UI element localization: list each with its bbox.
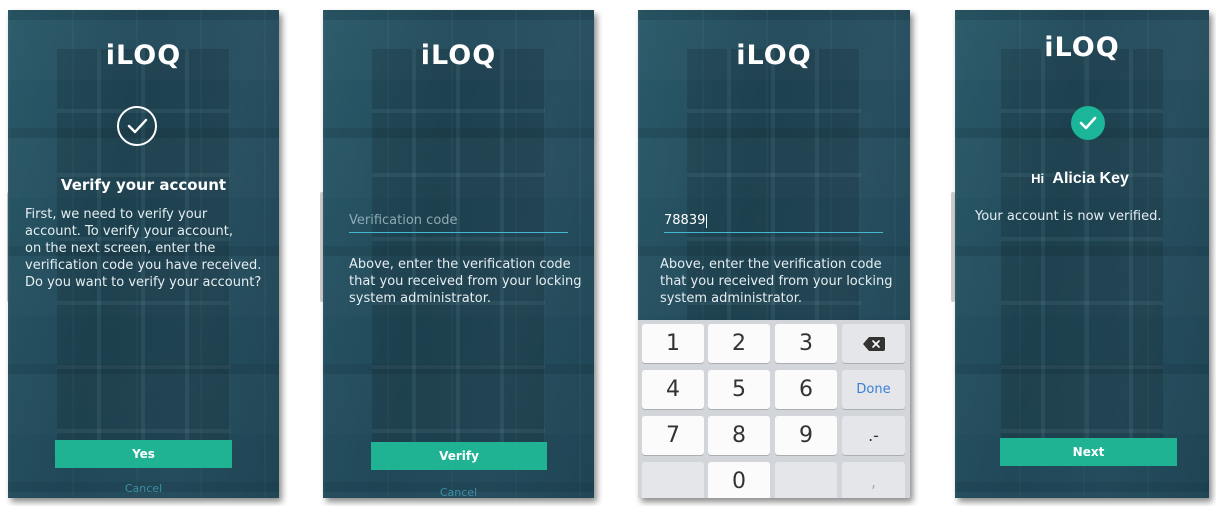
done-key[interactable]: Done <box>842 370 905 409</box>
body-line: that you received from your locking <box>660 274 893 289</box>
building-background <box>955 10 1209 498</box>
enter-code-description: Above, enter the verification code that … <box>349 256 589 307</box>
backspace-icon <box>863 337 885 351</box>
key-4[interactable]: 4 <box>642 370 704 409</box>
body-line: Do you want to verify your account? <box>25 275 262 290</box>
iloq-logo: iLOQ <box>420 40 497 71</box>
key-5[interactable]: 5 <box>708 370 770 409</box>
symbol-key[interactable]: .- <box>842 416 905 455</box>
body-line: Above, enter the verification code <box>660 257 882 272</box>
greeting-prefix: Hi <box>1031 171 1045 186</box>
body-line: system administrator. <box>660 291 802 306</box>
body-line: on the next screen, enter the <box>25 241 216 256</box>
key-6[interactable]: 6 <box>775 370 837 409</box>
screen-enter-code: iLOQ Verification code Above, enter the … <box>323 10 594 498</box>
numeric-keypad: 1 2 3 4 5 6 Done 7 8 9 .- 0 , <box>638 320 910 498</box>
key-8[interactable]: 8 <box>708 416 770 455</box>
verified-message: Your account is now verified. <box>975 209 1162 224</box>
iloq-logo: iLOQ <box>736 40 812 71</box>
verify-title: Verify your account <box>60 176 227 194</box>
cancel-link[interactable]: Cancel <box>323 486 594 498</box>
building-background <box>323 10 594 498</box>
key-7[interactable]: 7 <box>642 416 704 455</box>
key-2[interactable]: 2 <box>708 324 770 363</box>
body-line: First, we need to verify your <box>25 207 208 222</box>
backspace-key[interactable] <box>842 324 905 363</box>
body-line: system administrator. <box>349 291 491 306</box>
body-line: Above, enter the verification code <box>349 257 571 272</box>
user-name: Alicia Key <box>1052 170 1129 187</box>
screen-verify-account: iLOQ Verify your account First, we need … <box>8 10 279 498</box>
text-caret <box>706 213 708 228</box>
body-line: account. To verify your account, <box>25 224 233 239</box>
iloq-logo: iLOQ <box>105 40 182 71</box>
verify-description: First, we need to verify your account. T… <box>25 206 275 291</box>
next-button[interactable]: Next <box>1000 438 1177 466</box>
empty-key <box>775 462 837 498</box>
key-0[interactable]: 0 <box>708 462 770 498</box>
verification-code-input[interactable]: 78839 <box>664 210 883 233</box>
body-line: verification code you have received. <box>25 258 262 273</box>
body-line: that you received from your locking <box>349 274 582 289</box>
greeting: Hi Alicia Key <box>955 170 1209 188</box>
empty-key <box>642 462 704 498</box>
comma-key[interactable]: , <box>842 462 905 498</box>
enter-code-description: Above, enter the verification code that … <box>660 256 900 307</box>
screen-code-keypad: iLOQ 78839 Above, enter the verification… <box>638 10 910 498</box>
screen-account-verified: iLOQ Hi Alicia Key Your account is now v… <box>955 10 1209 498</box>
check-circle-icon <box>1071 106 1105 140</box>
yes-button[interactable]: Yes <box>55 440 232 468</box>
key-9[interactable]: 9 <box>775 416 837 455</box>
iloq-logo: iLOQ <box>1044 32 1120 63</box>
cancel-link[interactable]: Cancel <box>8 482 279 495</box>
verification-code-input[interactable]: Verification code <box>349 210 568 233</box>
key-1[interactable]: 1 <box>642 324 704 363</box>
code-value: 78839 <box>664 213 706 228</box>
check-circle-icon <box>117 106 157 146</box>
verify-button[interactable]: Verify <box>371 442 547 470</box>
key-3[interactable]: 3 <box>775 324 837 363</box>
